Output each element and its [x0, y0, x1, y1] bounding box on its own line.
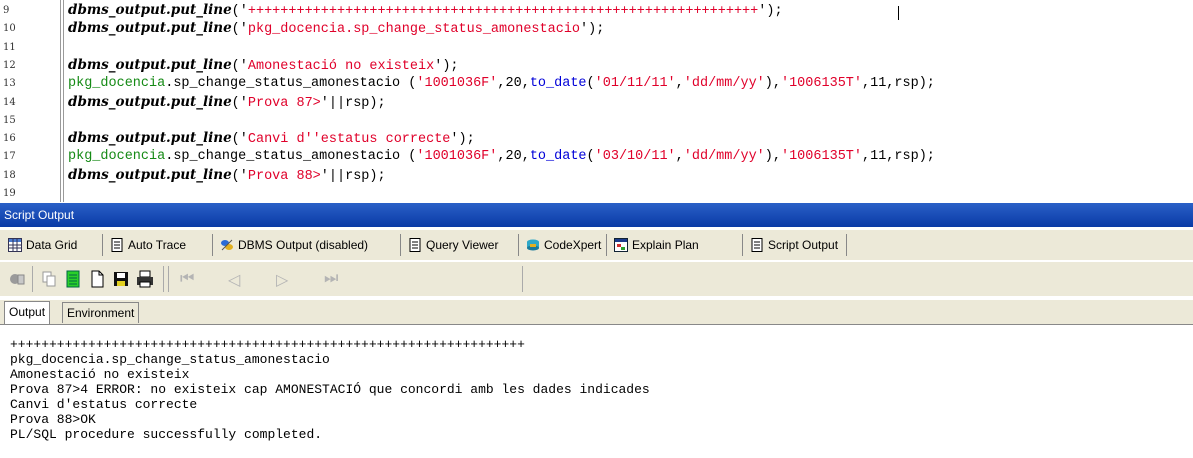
first-page-icon[interactable]: ⏮: [180, 270, 194, 288]
code-line: 13 pkg_docencia.sp_change_status_amonesta…: [0, 76, 1193, 92]
dbms-icon: [221, 239, 233, 251]
script-output-text[interactable]: ++++++++++++++++++++++++++++++++++++++++…: [0, 325, 1193, 458]
line-number: 15: [3, 114, 16, 126]
line-number: 14: [3, 96, 16, 108]
document-icon: [751, 238, 763, 252]
line-number: 16: [3, 133, 16, 145]
line-number: 19: [3, 188, 16, 199]
tab-dbms-output[interactable]: DBMS Output (disabled): [220, 234, 368, 256]
save-icon[interactable]: [112, 270, 130, 288]
code-text: pkg_docencia.sp_change_status_amonestaci…: [68, 149, 935, 165]
code-line: 18 dbms_output.put_line('Prova 88>'||rsp)…: [0, 166, 1193, 184]
line-number: 18: [3, 169, 16, 181]
code-text: dbms_output.put_line('Prova 88>'||rsp);: [68, 166, 386, 184]
copy-icon[interactable]: [40, 270, 58, 288]
tab-label: Explain Plan: [632, 238, 699, 252]
output-line: Prova 87>4 ERROR: no existeix cap AMONES…: [10, 382, 650, 397]
output-subtabs-bar: Output Environment: [0, 300, 1193, 325]
output-line: Canvi d'estatus correcte: [10, 397, 198, 412]
line-number: 11: [3, 41, 16, 53]
code-line: 12 dbms_output.put_line('Amonestació no e…: [0, 56, 1193, 74]
text-cursor: [898, 6, 899, 20]
line-number: 10: [3, 23, 16, 35]
explain-plan-icon: [614, 238, 628, 252]
tab-environment[interactable]: Environment: [62, 302, 140, 323]
code-text: dbms_output.put_line('Canvi d''estatus c…: [68, 130, 475, 148]
tab-explain-plan[interactable]: Explain Plan: [614, 234, 699, 256]
tab-data-grid[interactable]: Data Grid: [8, 234, 77, 256]
line-number: 17: [3, 151, 16, 163]
tab-auto-trace[interactable]: Auto Trace: [110, 234, 186, 256]
code-line: 17 pkg_docencia.sp_change_status_amonesta…: [0, 149, 1193, 165]
tab-script-output[interactable]: Script Output: [750, 234, 848, 256]
new-document-icon[interactable]: [88, 270, 106, 288]
tab-label: DBMS Output (disabled): [238, 238, 369, 252]
output-line: PL/SQL procedure successfully completed.: [10, 427, 323, 442]
last-page-icon[interactable]: ⏭: [324, 270, 338, 288]
code-text: dbms_output.put_line('Amonestació no exi…: [68, 56, 459, 74]
tab-label: Script Output: [768, 238, 839, 252]
code-line: 16 dbms_output.put_line('Canvi d''estatus…: [0, 130, 1193, 148]
output-line: Amonestació no existeix: [10, 367, 190, 382]
tab-label: Data Grid: [26, 238, 78, 252]
tab-label: Query Viewer: [426, 238, 499, 252]
line-number: 13: [3, 78, 16, 90]
tab-label: Auto Trace: [128, 238, 187, 252]
print-icon[interactable]: [136, 270, 154, 288]
code-text: dbms_output.put_line('pkg_docencia.sp_ch…: [68, 20, 605, 38]
previous-page-icon[interactable]: ◁: [228, 270, 240, 290]
code-text: dbms_output.put_line('++++++++++++++++++…: [68, 2, 783, 19]
result-tabs-bar: Data Grid Auto Trace DBMS Output (disabl…: [0, 230, 1193, 260]
code-line: 19: [0, 187, 1193, 200]
output-toolbar: ⏮ ◁ ▷ ⏭: [0, 262, 1193, 296]
line-number: 12: [3, 59, 16, 71]
code-text: dbms_output.put_line('Prova 87>'||rsp);: [68, 93, 386, 111]
save-text-icon[interactable]: [64, 270, 82, 288]
codexpert-icon: [527, 239, 539, 251]
grid-icon: [8, 238, 22, 252]
code-text: pkg_docencia.sp_change_status_amonestaci…: [68, 76, 935, 92]
tab-output[interactable]: Output: [4, 301, 51, 324]
code-line: 15: [0, 114, 1193, 127]
tab-codexpert[interactable]: CodeXpert: [526, 234, 601, 256]
line-number: 9: [3, 5, 10, 16]
document-icon: [111, 238, 123, 252]
code-line: 9 dbms_output.put_line('+++++++++++++++++…: [0, 2, 1193, 19]
code-line: 11: [0, 41, 1193, 54]
code-line: 10 dbms_output.put_line('pkg_docencia.sp_…: [0, 20, 1193, 38]
document-icon: [409, 238, 421, 252]
output-line: ++++++++++++++++++++++++++++++++++++++++…: [10, 337, 525, 352]
tab-query-viewer[interactable]: Query Viewer: [408, 234, 498, 256]
output-line: Prova 88>OK: [10, 412, 96, 427]
output-line: pkg_docencia.sp_change_status_amonestaci…: [10, 352, 330, 367]
next-page-icon[interactable]: ▷: [276, 270, 288, 290]
panel-title: Script Output: [4, 208, 75, 222]
code-editor[interactable]: 9 dbms_output.put_line('+++++++++++++++++…: [0, 0, 1193, 202]
code-line: 14 dbms_output.put_line('Prova 87>'||rsp)…: [0, 93, 1193, 111]
script-output-panel-header: Script Output: [0, 203, 1193, 227]
tab-label: CodeXpert: [544, 238, 602, 252]
clear-icon[interactable]: [8, 270, 26, 288]
